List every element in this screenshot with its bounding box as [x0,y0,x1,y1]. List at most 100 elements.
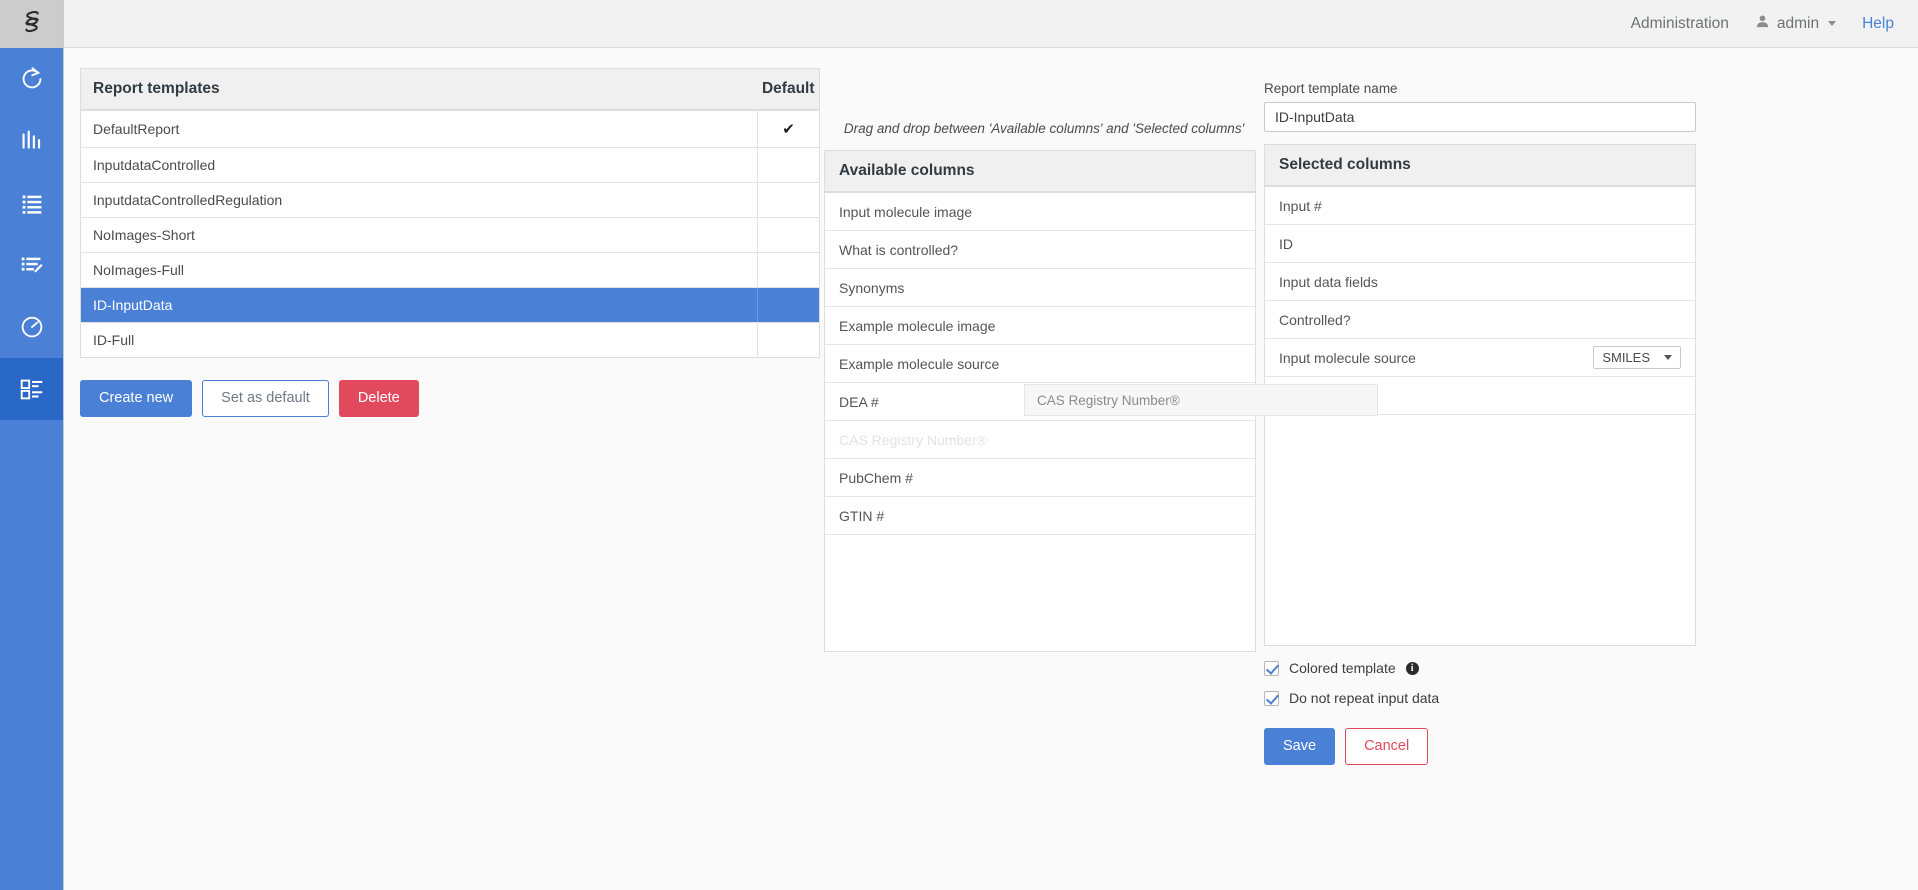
administration-link[interactable]: Administration [1631,15,1729,33]
default-flag-cell [758,323,820,358]
available-column-item[interactable]: Synonyms [825,269,1255,307]
user-name-label: admin [1777,15,1819,33]
template-name-cell: NoImages-Full [81,253,758,288]
template-name-cell: DefaultReport [81,110,758,148]
selected-column-item[interactable]: Input molecule sourceSMILES [1265,339,1695,377]
available-column-item[interactable]: Example molecule image [825,307,1255,345]
table-row[interactable]: InputdataControlled [81,148,820,183]
person-icon [1755,14,1770,34]
default-flag-cell: ✔ [758,110,820,148]
available-column-item[interactable]: Example molecule source [825,345,1255,383]
col-header-default: Default [758,69,820,111]
column-label: CAS Registry Number® [839,432,987,448]
available-column-item[interactable]: CAS Registry Number® [825,421,1255,459]
create-new-button[interactable]: Create new [80,380,192,417]
selected-column-item[interactable]: Input # [1265,187,1695,225]
app-logo[interactable] [0,0,63,48]
available-column-item[interactable]: Input molecule image [825,193,1255,231]
set-as-default-button[interactable]: Set as default [202,380,329,417]
column-label: Example molecule source [839,356,999,372]
table-header-row: Report templates Default [81,69,820,111]
list-edit-icon [17,250,47,280]
table-row[interactable]: InputdataControlledRegulation [81,183,820,218]
column-label: GTIN # [839,508,884,524]
report-layout-icon [17,374,47,404]
column-label: Input data fields [1279,274,1378,290]
sidebar [0,0,64,890]
sidebar-item-refresh[interactable] [0,48,63,110]
colored-template-row: Colored template i [1264,660,1704,676]
column-label: PubChem # [839,470,913,486]
user-menu[interactable]: admin [1755,14,1836,34]
sidebar-item-report-templates[interactable] [0,358,63,420]
template-name-label: Report template name [1264,68,1704,102]
cancel-button[interactable]: Cancel [1345,728,1428,765]
sidebar-item-gauge[interactable] [0,296,63,358]
template-name-cell: InputdataControlledRegulation [81,183,758,218]
no-repeat-label: Do not repeat input data [1289,690,1439,706]
default-flag-cell [758,253,820,288]
sidebar-item-list[interactable] [0,172,63,234]
template-name-cell: InputdataControlled [81,148,758,183]
column-label: Input molecule image [839,204,972,220]
content-area: Administration admin Help Report templat… [64,0,1918,890]
molecule-source-select[interactable]: SMILES [1593,346,1681,369]
available-column-item[interactable]: What is controlled? [825,231,1255,269]
default-flag-cell [758,148,820,183]
selected-columns-column: Report template name Selected columns In… [1264,68,1704,890]
template-name-input[interactable] [1264,102,1696,132]
selected-column-item[interactable]: Controlled? [1265,301,1695,339]
drag-preview: CAS Registry Number® [1024,384,1378,416]
table-row[interactable]: ID-InputData [81,288,820,323]
default-flag-cell [758,183,820,218]
bar-chart-icon [17,126,47,156]
no-repeat-checkbox[interactable] [1264,691,1279,706]
save-button[interactable]: Save [1264,728,1335,765]
available-column-item[interactable]: PubChem # [825,459,1255,497]
table-row[interactable]: NoImages-Full [81,253,820,288]
colored-template-checkbox[interactable] [1264,661,1279,676]
default-flag-cell [758,288,820,323]
column-label: Synonyms [839,280,904,296]
table-row[interactable]: ID-Full [81,323,820,358]
column-label: DEA # [839,394,879,410]
column-label: ID [1279,236,1293,252]
column-label: Input # [1279,198,1322,214]
select-value: SMILES [1602,350,1650,365]
sidebar-item-statistics[interactable] [0,110,63,172]
top-bar: Administration admin Help [64,0,1918,48]
gauge-clock-icon [17,312,47,342]
available-columns-header: Available columns [825,151,1255,193]
column-label: Controlled? [1279,312,1351,328]
selected-column-item[interactable]: ID [1265,225,1695,263]
list-icon [17,188,47,218]
table-row[interactable]: DefaultReport✔ [81,110,820,148]
delete-button[interactable]: Delete [339,380,419,417]
templates-column: Report templates Default DefaultReport✔I… [64,68,824,890]
table-body: DefaultReport✔InputdataControlledInputda… [81,110,820,358]
template-actions: Create new Set as default Delete [80,380,824,417]
available-columns-list: Input molecule image What is controlled? S… [825,193,1255,651]
table-row[interactable]: NoImages-Short [81,218,820,253]
drag-drop-hint: Drag and drop between 'Available columns… [824,68,1264,150]
main-panel: Report templates Default DefaultReport✔I… [64,48,1918,890]
help-link[interactable]: Help [1862,15,1894,33]
report-templates-table: Report templates Default DefaultReport✔I… [80,68,820,358]
available-columns-column: Drag and drop between 'Available columns… [824,68,1264,890]
info-icon[interactable]: i [1406,662,1419,675]
column-label: Example molecule image [839,318,995,334]
chevron-down-icon [1664,355,1672,360]
selected-column-item[interactable]: Input data fields [1265,263,1695,301]
col-header-name: Report templates [81,69,758,111]
template-name-cell: NoImages-Short [81,218,758,253]
refresh-circle-icon [17,64,47,94]
template-name-cell: ID-InputData [81,288,758,323]
default-flag-cell [758,218,820,253]
editor-actions: Save Cancel [1264,728,1704,765]
selected-columns-list: Input # ID Input data fields Controlled? Inp… [1265,187,1695,645]
layers-logo-icon [17,7,47,42]
template-name-cell: ID-Full [81,323,758,358]
colored-template-label: Colored template [1289,660,1396,676]
sidebar-item-list-edit[interactable] [0,234,63,296]
available-column-item[interactable]: GTIN # [825,497,1255,535]
